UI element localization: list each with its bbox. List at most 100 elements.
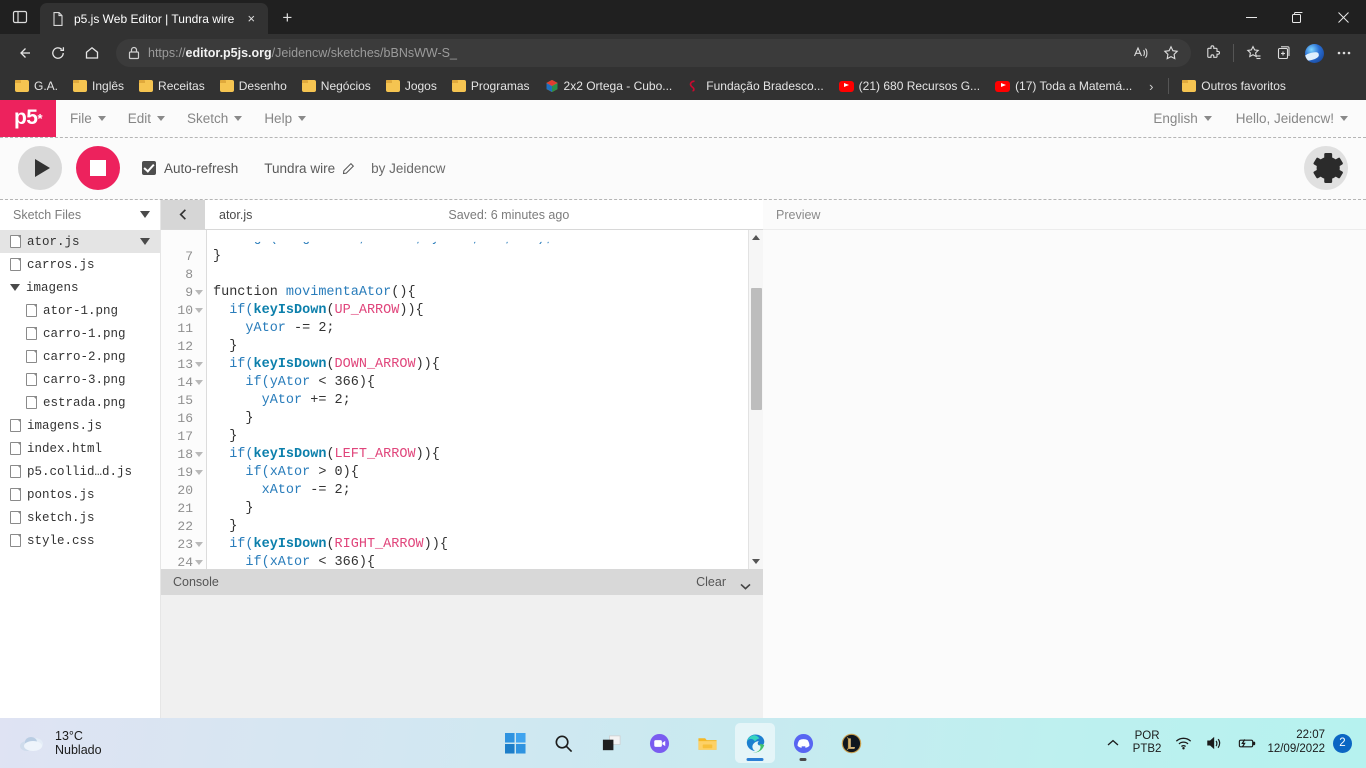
add-favorite-icon[interactable]: [1157, 40, 1185, 66]
collapse-sidebar-button[interactable]: [161, 200, 205, 229]
scroll-up-icon[interactable]: [749, 230, 763, 245]
stop-button[interactable]: [76, 146, 120, 191]
chevron-down-icon[interactable]: [740, 579, 751, 590]
file-item-p5-collide[interactable]: p5.collid…d.js: [0, 460, 160, 483]
fold-toggle-icon[interactable]: [195, 362, 203, 368]
folder-item-imagens[interactable]: imagens: [0, 276, 160, 299]
code-content[interactable]: image(imagemAtor, xAtor, yAtor, 30, 30);…: [207, 229, 763, 570]
bookmark-item[interactable]: G.A.: [8, 76, 65, 96]
chevron-down-icon[interactable]: [140, 211, 150, 219]
bookmark-item[interactable]: Programas: [445, 76, 537, 96]
code-line: yAtor += 2;: [207, 392, 763, 410]
sketch-files-header[interactable]: Sketch Files: [0, 200, 160, 229]
address-bar[interactable]: https://editor.p5js.org/Jeidencw/sketche…: [116, 39, 1191, 67]
menu-help[interactable]: Help: [264, 111, 307, 126]
minimize-icon[interactable]: [1228, 0, 1274, 34]
bookmark-item[interactable]: 2x2 Ortega - Cubo...: [538, 76, 680, 96]
chat-button[interactable]: [639, 723, 679, 763]
read-aloud-icon[interactable]: [1127, 40, 1155, 66]
file-item-sketch-js[interactable]: sketch.js: [0, 506, 160, 529]
task-view-button[interactable]: [591, 723, 631, 763]
tab-search-icon[interactable]: [0, 0, 40, 34]
back-icon[interactable]: [8, 38, 40, 68]
bookmark-item[interactable]: Fundação Bradesco...: [680, 76, 830, 96]
close-icon[interactable]: ×: [242, 10, 260, 28]
file-item-carro-1-png[interactable]: carro-1.png: [0, 322, 160, 345]
file-item-imagens-js[interactable]: imagens.js: [0, 414, 160, 437]
file-item-carro-3-png[interactable]: carro-3.png: [0, 368, 160, 391]
fold-toggle-icon[interactable]: [195, 542, 203, 548]
fold-toggle-icon[interactable]: [195, 308, 203, 314]
file-item-carros-js[interactable]: carros.js: [0, 253, 160, 276]
fold-toggle-icon[interactable]: [195, 290, 203, 296]
gear-icon[interactable]: [1304, 146, 1348, 191]
file-item-index-html[interactable]: index.html: [0, 437, 160, 460]
scrollbar-thumb[interactable]: [751, 287, 762, 410]
close-icon[interactable]: [1320, 0, 1366, 34]
wifi-icon[interactable]: [1168, 723, 1199, 763]
tray-expand-button[interactable]: [1100, 723, 1126, 763]
bookmark-item[interactable]: Negócios: [295, 76, 378, 96]
extensions-icon[interactable]: [1199, 40, 1227, 66]
battery-charging-icon[interactable]: [1230, 723, 1263, 763]
preview-canvas[interactable]: [763, 229, 1366, 718]
favorites-icon[interactable]: [1240, 40, 1268, 66]
clock[interactable]: 22:07 12/09/2022: [1263, 729, 1333, 757]
account-menu[interactable]: Hello, Jeidencw!: [1236, 111, 1348, 126]
pencil-icon[interactable]: [342, 162, 355, 175]
maximize-icon[interactable]: [1274, 0, 1320, 34]
volume-icon[interactable]: [1199, 723, 1230, 763]
league-of-legends-button[interactable]: [831, 723, 871, 763]
discord-button[interactable]: [783, 723, 823, 763]
profile-avatar[interactable]: [1300, 39, 1328, 67]
file-item-pontos-js[interactable]: pontos.js: [0, 483, 160, 506]
menu-sketch[interactable]: Sketch: [187, 111, 243, 126]
fold-toggle-icon[interactable]: [195, 452, 203, 458]
bookmark-item[interactable]: Jogos: [379, 76, 444, 96]
code-token: UP_ARROW: [334, 302, 400, 318]
file-explorer-button[interactable]: [687, 723, 727, 763]
play-button[interactable]: [18, 146, 62, 191]
console-header[interactable]: Console Clear: [161, 569, 763, 595]
fold-toggle-icon[interactable]: [195, 470, 203, 476]
p5-logo[interactable]: p5 *: [0, 100, 56, 137]
settings-more-icon[interactable]: [1330, 40, 1358, 66]
fold-toggle-icon[interactable]: [195, 380, 203, 386]
weather-widget[interactable]: 13°C Nublado: [0, 729, 102, 758]
new-tab-button[interactable]: +: [272, 4, 302, 32]
language-selector[interactable]: English: [1153, 111, 1212, 126]
auto-refresh-toggle[interactable]: Auto-refresh: [142, 161, 238, 176]
file-item-ator-js[interactable]: ator.js: [0, 230, 160, 254]
search-button[interactable]: [543, 723, 583, 763]
file-item-style-css[interactable]: style.css: [0, 529, 160, 552]
fold-toggle-icon[interactable]: [195, 560, 203, 566]
editor-scrollbar[interactable]: [748, 229, 763, 570]
bookmark-item[interactable]: Receitas: [132, 76, 212, 96]
notification-badge[interactable]: 2: [1333, 733, 1352, 753]
file-item-ator-1-png[interactable]: ator-1.png: [0, 299, 160, 322]
collections-icon[interactable]: [1270, 40, 1298, 66]
refresh-icon[interactable]: [42, 38, 74, 68]
open-file-tab[interactable]: ator.js: [205, 200, 266, 229]
chevron-down-icon[interactable]: [140, 238, 150, 246]
scroll-down-icon[interactable]: [749, 554, 763, 569]
console-clear-button[interactable]: Clear: [696, 575, 726, 589]
chevron-right-icon[interactable]: ›: [1140, 79, 1162, 94]
bookmark-item[interactable]: Desenho: [213, 76, 294, 96]
file-item-estrada-png[interactable]: estrada.png: [0, 391, 160, 414]
start-button[interactable]: [495, 723, 535, 763]
other-favorites-item[interactable]: Outros favoritos: [1175, 76, 1293, 96]
code-editor[interactable]: 6 7 8 9 10 11 12 13 14 15 16 17 18 19: [161, 228, 763, 570]
file-item-carro-2-png[interactable]: carro-2.png: [0, 345, 160, 368]
auto-refresh-checkbox[interactable]: [142, 161, 156, 176]
menu-edit[interactable]: Edit: [128, 111, 166, 126]
edge-button[interactable]: [735, 723, 775, 763]
bookmark-item[interactable]: (17) Toda a Matemá...: [988, 76, 1139, 96]
sketch-name[interactable]: Tundra wire: [264, 161, 355, 176]
bookmark-item[interactable]: (21) 680 Recursos G...: [832, 76, 987, 96]
bookmark-item[interactable]: Inglês: [66, 76, 131, 96]
language-indicator[interactable]: POR PTB2: [1126, 723, 1169, 763]
browser-tab[interactable]: p5.js Web Editor | Tundra wire ×: [40, 3, 269, 34]
menu-file[interactable]: File: [70, 111, 106, 126]
home-icon[interactable]: [76, 38, 108, 68]
